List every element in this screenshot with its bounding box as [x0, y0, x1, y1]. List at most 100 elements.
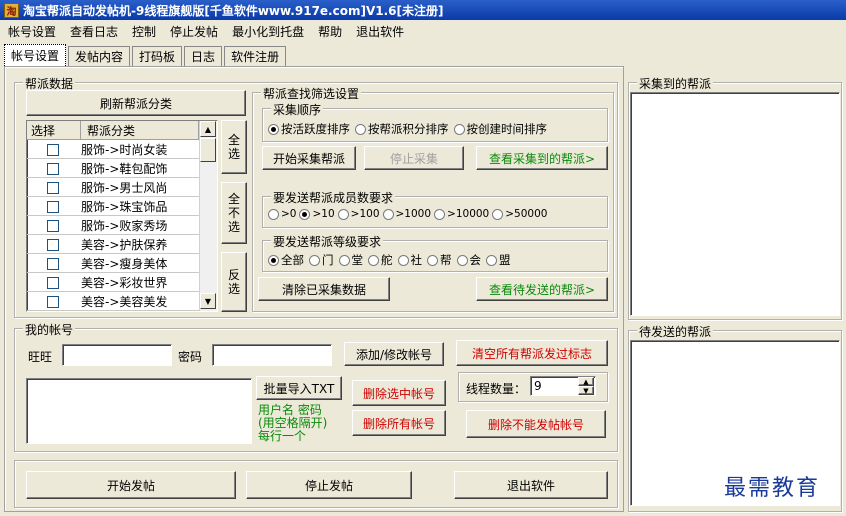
members-option[interactable]: >1000: [382, 208, 431, 220]
list-item[interactable]: 服饰->男士风尚: [27, 179, 199, 197]
level-option[interactable]: 盟: [486, 252, 511, 268]
list-item[interactable]: 美容->护肤保养: [27, 236, 199, 254]
spin-up-icon[interactable]: ▲: [578, 377, 594, 386]
list-item[interactable]: 服饰->珠宝饰品: [27, 198, 199, 216]
spin-down-icon[interactable]: ▼: [578, 386, 594, 395]
exit-software-button[interactable]: 退出软件: [454, 471, 608, 499]
tab-registration[interactable]: 软件注册: [224, 46, 287, 66]
category-list[interactable]: 选择 帮派分类 服饰->时尚女装 服饰->鞋包配饰 服饰->男士风尚 服饰->珠…: [26, 120, 218, 312]
view-pending-button[interactable]: 查看待发送的帮派>: [476, 277, 608, 301]
radio-icon[interactable]: [268, 123, 279, 135]
row-checkbox[interactable]: [47, 143, 59, 156]
delete-all-accounts-button[interactable]: 删除所有帐号: [352, 410, 446, 436]
level-option[interactable]: 门: [309, 252, 334, 268]
list-scrollbar[interactable]: ▲ ▼: [199, 121, 217, 311]
order-option[interactable]: 按创建时间排序: [453, 121, 547, 137]
invert-selection-button[interactable]: 反 选: [221, 252, 247, 312]
level-option[interactable]: 舵: [368, 252, 393, 268]
add-edit-account-button[interactable]: 添加/修改帐号: [344, 342, 444, 366]
filter-legend: 帮派查找筛选设置: [261, 85, 362, 102]
stop-collect-button[interactable]: 停止采集: [364, 146, 464, 170]
level-option-label: 盟: [499, 253, 511, 267]
column-header-category[interactable]: 帮派分类: [81, 121, 199, 140]
menu-exit[interactable]: 退出软件: [356, 23, 404, 40]
radio-icon[interactable]: [355, 123, 366, 135]
scroll-thumb[interactable]: [200, 138, 216, 162]
scroll-down-icon[interactable]: ▼: [200, 293, 216, 309]
list-item[interactable]: 服饰->鞋包配饰: [27, 160, 199, 178]
radio-icon[interactable]: [338, 254, 350, 266]
level-radio-row: 全部 门 堂 舵 社 帮 会 盟: [268, 252, 516, 268]
menu-minimize-tray[interactable]: 最小化到托盘: [232, 23, 304, 40]
invert-char: 选: [227, 282, 240, 296]
row-checkbox[interactable]: [47, 238, 59, 251]
start-collect-button[interactable]: 开始采集帮派: [262, 146, 356, 170]
tab-post-content[interactable]: 发帖内容: [68, 46, 131, 66]
view-collected-button[interactable]: 查看采集到的帮派>: [476, 146, 608, 170]
tab-captcha[interactable]: 打码板: [132, 46, 183, 66]
tab-log[interactable]: 日志: [184, 46, 223, 66]
radio-icon[interactable]: [337, 208, 349, 220]
delete-selected-account-button[interactable]: 删除选中帐号: [352, 380, 446, 406]
radio-icon[interactable]: [492, 208, 504, 220]
members-option[interactable]: >0: [268, 208, 296, 220]
select-none-button[interactable]: 全 不 选: [221, 182, 247, 244]
radio-icon[interactable]: [486, 254, 497, 266]
row-checkbox[interactable]: [47, 200, 59, 213]
stop-posting-button[interactable]: 停止发帖: [246, 471, 412, 499]
row-checkbox[interactable]: [47, 295, 59, 308]
select-all-button[interactable]: 全 选: [221, 120, 247, 174]
level-option[interactable]: 全部: [268, 252, 304, 268]
wangwang-input[interactable]: [62, 344, 172, 366]
tab-account-settings[interactable]: 帐号设置: [4, 44, 67, 66]
level-option[interactable]: 帮: [427, 252, 452, 268]
order-option[interactable]: 按活跃度排序: [268, 121, 350, 137]
level-option[interactable]: 堂: [338, 252, 363, 268]
menu-account-settings[interactable]: 帐号设置: [8, 23, 56, 40]
radio-icon[interactable]: [268, 254, 279, 266]
clear-collected-button[interactable]: 清除已采集数据: [258, 277, 390, 301]
menu-help[interactable]: 帮助: [318, 23, 342, 40]
batch-import-button[interactable]: 批量导入TXT: [256, 376, 342, 400]
delete-unable-accounts-button[interactable]: 删除不能发帖帐号: [466, 410, 606, 438]
row-checkbox[interactable]: [47, 181, 59, 194]
list-item[interactable]: 美容->彩妆世界: [27, 274, 199, 292]
scroll-up-icon[interactable]: ▲: [200, 121, 216, 137]
start-posting-button[interactable]: 开始发帖: [26, 471, 236, 499]
menu-stop-posting[interactable]: 停止发帖: [170, 23, 218, 40]
row-checkbox[interactable]: [47, 162, 59, 175]
list-item[interactable]: 美容->美容美发: [27, 293, 199, 311]
menu-control[interactable]: 控制: [132, 23, 156, 40]
menu-view-log[interactable]: 查看日志: [70, 23, 118, 40]
radio-icon[interactable]: [309, 254, 320, 266]
level-option[interactable]: 会: [456, 252, 481, 268]
radio-icon[interactable]: [453, 123, 465, 135]
radio-icon[interactable]: [368, 254, 379, 266]
radio-icon[interactable]: [299, 208, 311, 220]
radio-icon[interactable]: [456, 254, 468, 266]
row-checkbox[interactable]: [47, 219, 59, 232]
list-item[interactable]: 服饰->时尚女装: [27, 141, 199, 159]
account-list[interactable]: [26, 378, 252, 444]
radio-icon[interactable]: [434, 208, 446, 220]
radio-icon[interactable]: [382, 208, 394, 220]
members-option[interactable]: >100: [337, 208, 380, 220]
order-option[interactable]: 按帮派积分排序: [355, 121, 449, 137]
level-option[interactable]: 社: [397, 252, 422, 268]
list-item[interactable]: 美容->瘦身美体: [27, 255, 199, 273]
radio-icon[interactable]: [427, 254, 438, 266]
collected-list[interactable]: [630, 92, 840, 316]
row-checkbox[interactable]: [47, 257, 59, 270]
radio-icon[interactable]: [397, 254, 409, 266]
members-option[interactable]: >50000: [492, 208, 547, 220]
members-option[interactable]: >10: [299, 208, 335, 220]
row-checkbox[interactable]: [47, 276, 59, 289]
password-input[interactable]: [212, 344, 332, 366]
column-header-select[interactable]: 选择: [27, 121, 81, 140]
refresh-categories-button[interactable]: 刷新帮派分类: [26, 90, 246, 116]
members-option[interactable]: >10000: [434, 208, 489, 220]
clear-post-flags-button[interactable]: 清空所有帮派发过标志: [456, 340, 608, 366]
list-item[interactable]: 服饰->败家秀场: [27, 217, 199, 235]
thread-count-value: 9: [534, 379, 542, 393]
radio-icon[interactable]: [268, 208, 279, 220]
